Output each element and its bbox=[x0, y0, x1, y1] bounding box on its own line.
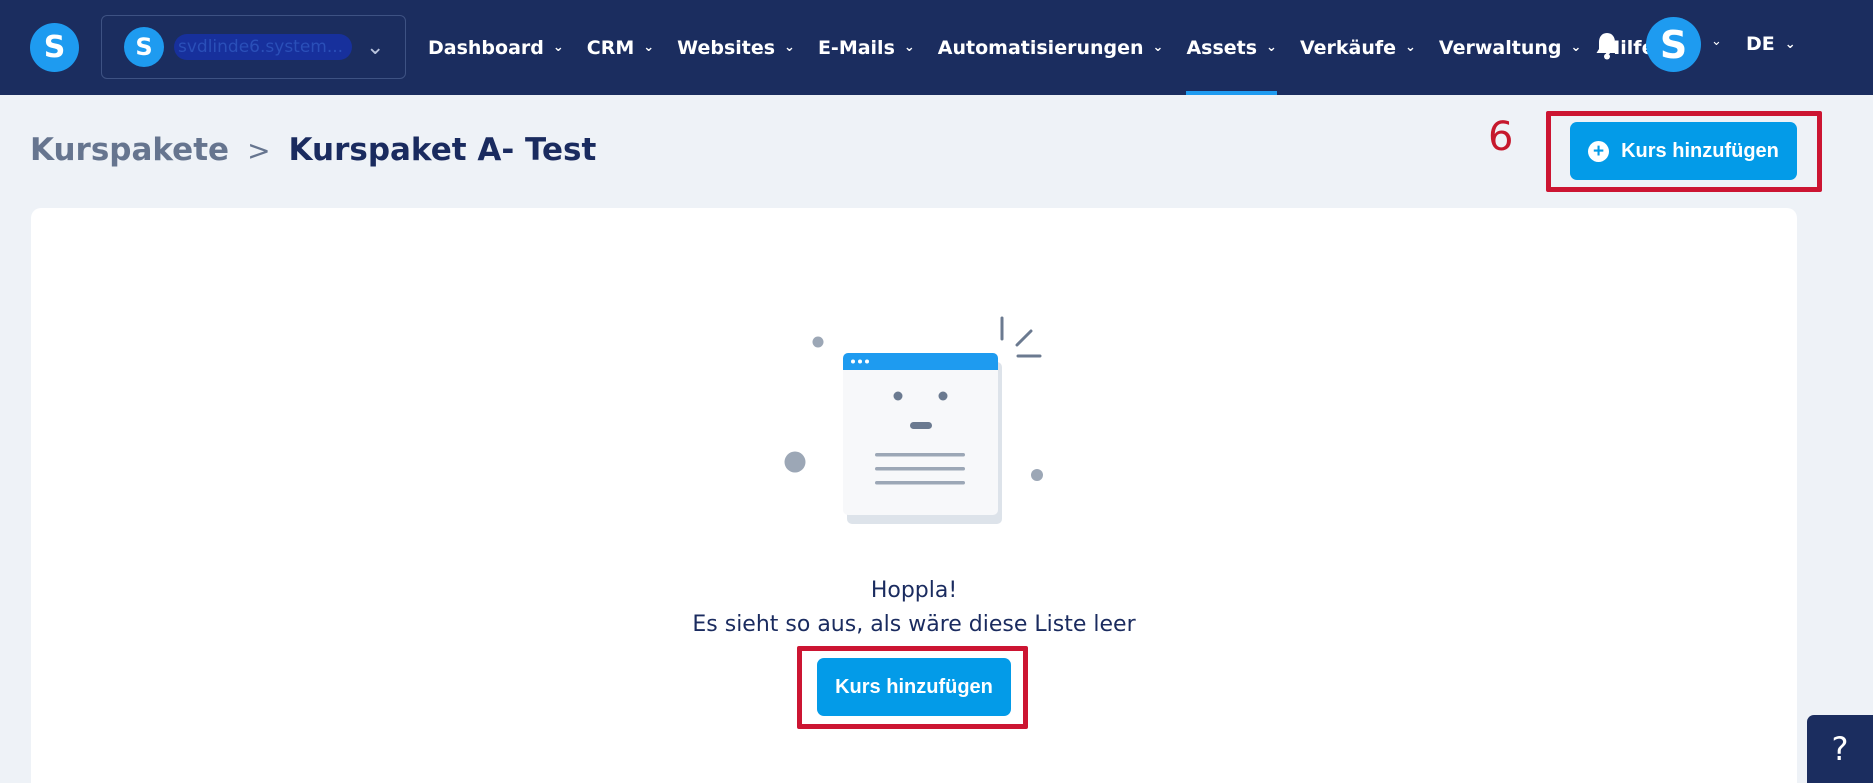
chevron-down-icon: ⌄ bbox=[1405, 40, 1416, 55]
nav-item-crm[interactable]: CRM ⌄ bbox=[587, 0, 654, 95]
nav-item-automatisierungen[interactable]: Automatisierungen ⌄ bbox=[938, 0, 1164, 95]
nav-item-label: Automatisierungen bbox=[937, 36, 1144, 59]
step-number-annotation: 6 bbox=[1488, 114, 1514, 160]
chevron-down-icon: ⌄ bbox=[643, 40, 655, 55]
chevron-down-icon: ⌄ bbox=[1152, 40, 1164, 55]
add-course-button-label: Kurs hinzufügen bbox=[1621, 139, 1779, 162]
main-nav: Dashboard ⌄ CRM ⌄ Websites ⌄ E-Mails ⌄ A… bbox=[428, 0, 1677, 95]
avatar[interactable]: S bbox=[1646, 17, 1701, 72]
chevron-down-icon: ⌄ bbox=[552, 40, 564, 55]
breadcrumb-parent-link[interactable]: Kurspakete bbox=[30, 132, 229, 168]
nav-item-assets[interactable]: Assets ⌄ bbox=[1186, 0, 1277, 95]
language-label: DE bbox=[1746, 33, 1775, 55]
account-logo: S bbox=[124, 27, 164, 67]
empty-state-add-course-button[interactable]: Kurs hinzufügen bbox=[817, 658, 1011, 716]
chevron-right-icon: > bbox=[247, 133, 271, 167]
nav-item-label: Assets bbox=[1186, 36, 1258, 59]
empty-state-title: Hoppla! bbox=[870, 578, 958, 603]
nav-item-websites[interactable]: Websites ⌄ bbox=[677, 0, 795, 95]
chevron-down-icon: ⌄ bbox=[784, 40, 795, 55]
chevron-down-icon[interactable]: ⌄ bbox=[1711, 34, 1722, 49]
account-switcher[interactable]: S svdlinde6.system... ⌄ bbox=[101, 15, 406, 79]
nav-item-emails[interactable]: E-Mails ⌄ bbox=[818, 0, 915, 95]
breadcrumb: Kurspakete > Kurspaket A- Test bbox=[30, 132, 596, 168]
nav-item-verwaltung[interactable]: Verwaltung ⌄ bbox=[1439, 0, 1581, 95]
nav-item-label: CRM bbox=[586, 36, 635, 59]
plus-circle-icon: + bbox=[1588, 140, 1610, 162]
add-course-button[interactable]: + Kurs hinzufügen bbox=[1570, 122, 1797, 180]
nav-item-label: Verwaltung bbox=[1438, 36, 1562, 59]
nav-item-label: E-Mails bbox=[817, 36, 895, 59]
page-title: Kurspaket A- Test bbox=[288, 132, 597, 168]
nav-item-verkaeufe[interactable]: Verkäufe ⌄ bbox=[1300, 0, 1416, 95]
nav-item-dashboard[interactable]: Dashboard ⌄ bbox=[428, 0, 564, 95]
language-switcher[interactable]: DE ⌄ bbox=[1746, 33, 1796, 55]
nav-item-label: Websites bbox=[677, 36, 776, 59]
chevron-down-icon: ⌄ bbox=[1784, 36, 1796, 52]
empty-state-message: Es sieht so aus, als wäre diese Liste le… bbox=[692, 612, 1136, 637]
chevron-down-icon: ⌄ bbox=[1570, 40, 1582, 55]
empty-list-illustration bbox=[784, 316, 1043, 524]
help-button[interactable]: ? bbox=[1807, 715, 1873, 783]
top-navigation-bar: S S svdlinde6.system... ⌄ Dashboard ⌄ CR… bbox=[0, 0, 1873, 95]
chevron-down-icon: ⌄ bbox=[366, 34, 385, 60]
account-name: svdlinde6.system... bbox=[174, 34, 352, 60]
chevron-down-icon: ⌄ bbox=[1266, 40, 1277, 55]
nav-item-label: Dashboard bbox=[428, 36, 544, 59]
nav-item-label: Verkäufe bbox=[1299, 36, 1397, 59]
app-logo[interactable]: S bbox=[30, 23, 79, 72]
chevron-down-icon: ⌄ bbox=[903, 40, 915, 55]
bell-icon[interactable] bbox=[1594, 30, 1620, 60]
